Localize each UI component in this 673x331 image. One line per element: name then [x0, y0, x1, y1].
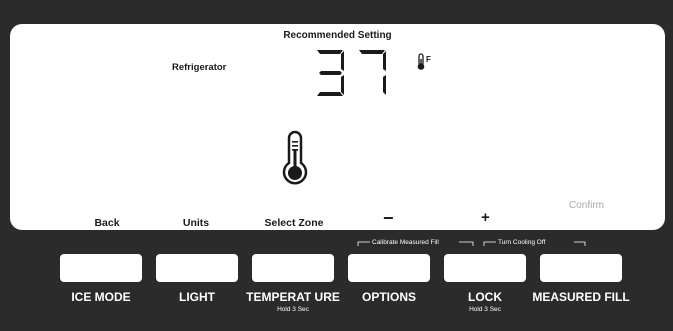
units-button[interactable]: Units: [146, 217, 246, 229]
digit-7: [359, 50, 386, 95]
temperature-hold-label: Hold 3 Sec: [277, 306, 309, 313]
options-button[interactable]: [348, 254, 430, 282]
turn-cooling-off-label: Turn Cooling Off: [498, 239, 546, 246]
unit-label: F: [426, 55, 431, 64]
plus-button[interactable]: +: [481, 209, 490, 226]
light-button[interactable]: [156, 254, 238, 282]
zone-label: Refrigerator: [172, 62, 227, 73]
temperature-button[interactable]: [252, 254, 334, 282]
temperature-readout: 37: [317, 50, 386, 96]
digit-3: [317, 50, 344, 96]
ice-mode-button[interactable]: [60, 254, 142, 282]
display-screen: Recommended Setting Refrigerator 37 F: [10, 24, 665, 230]
select-zone-button[interactable]: Select Zone: [244, 217, 344, 229]
calibrate-label: Calibrate Measured Fill: [372, 239, 439, 246]
measured-fill-button[interactable]: [540, 254, 622, 282]
thermometer-icon: [282, 130, 308, 185]
control-panel: Recommended Setting Refrigerator 37 F: [0, 0, 673, 331]
minus-button[interactable]: −: [383, 208, 394, 229]
measured-fill-label: MEASURED FILL: [532, 290, 630, 304]
confirm-button[interactable]: Confirm: [569, 200, 604, 211]
lock-hold-label: Hold 3 Sec: [469, 306, 501, 313]
lock-button[interactable]: [444, 254, 526, 282]
calibrate-bracket: [357, 241, 586, 246]
recommended-setting-label: Recommended Setting: [283, 30, 392, 41]
back-button[interactable]: Back: [57, 217, 157, 229]
thermometer-icon: [417, 53, 425, 70]
